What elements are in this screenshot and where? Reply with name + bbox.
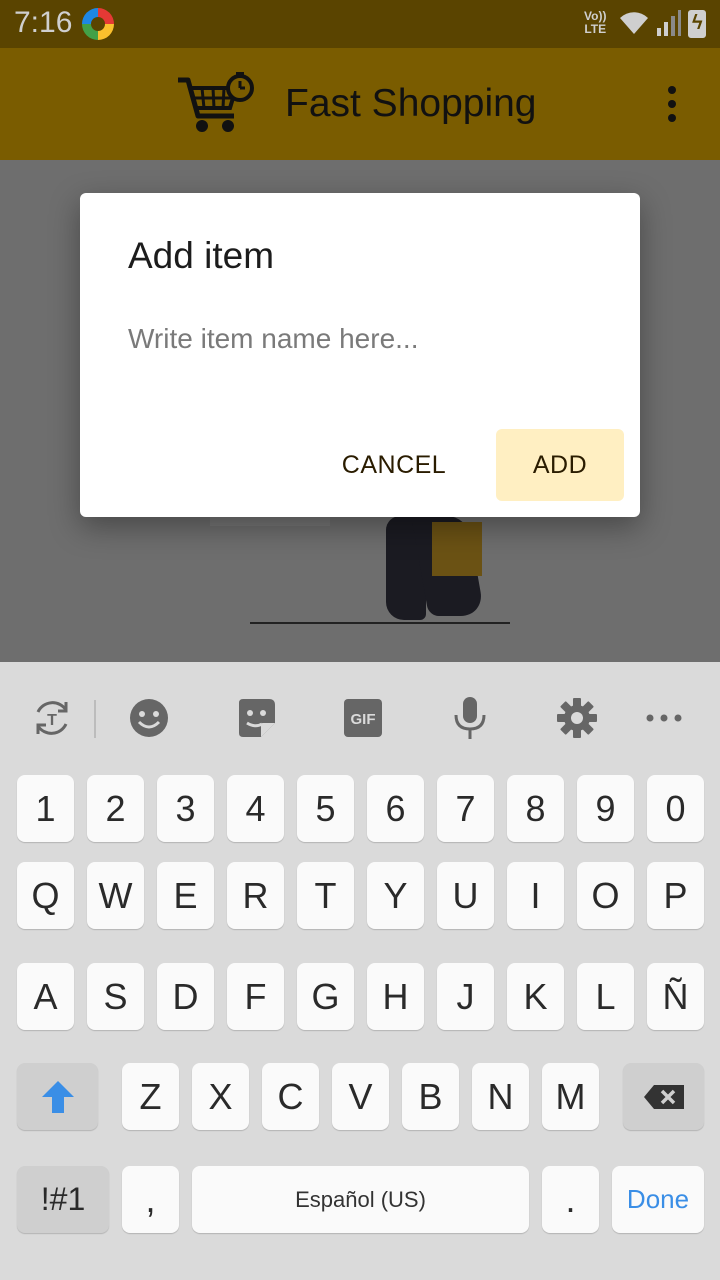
- key-x[interactable]: X: [192, 1063, 249, 1130]
- key-o[interactable]: O: [577, 862, 634, 929]
- status-time: 7:16: [14, 6, 73, 39]
- browser-icon: [82, 8, 114, 40]
- backspace-key[interactable]: [623, 1063, 704, 1130]
- key-4[interactable]: 4: [227, 775, 284, 842]
- shift-key[interactable]: [17, 1063, 98, 1130]
- microphone-icon[interactable]: [448, 696, 492, 740]
- key-r[interactable]: R: [227, 862, 284, 929]
- soft-keyboard: T GIF 1 2 3 4 5 6 7 8 9 0 Q W E R T Y U …: [0, 662, 720, 1280]
- svg-text:T: T: [47, 712, 57, 729]
- sticker-icon[interactable]: [234, 696, 278, 740]
- more-vert-icon[interactable]: [656, 84, 688, 124]
- shift-arrow-icon: [41, 1080, 74, 1113]
- key-k[interactable]: K: [507, 963, 564, 1030]
- period-key[interactable]: .: [542, 1166, 599, 1233]
- dialog-title: Add item: [128, 235, 275, 276]
- translate-icon[interactable]: T: [30, 696, 74, 740]
- key-6[interactable]: 6: [367, 775, 424, 842]
- illustration-shopping-bag: [432, 522, 482, 576]
- battery-charging-icon: [688, 10, 706, 38]
- wifi-icon: [620, 12, 648, 34]
- volte-indicator: Vo)) LTE: [584, 9, 607, 36]
- symbols-key[interactable]: !#1: [17, 1166, 109, 1233]
- key-f[interactable]: F: [227, 963, 284, 1030]
- more-horiz-icon[interactable]: [642, 696, 686, 740]
- key-l[interactable]: L: [577, 963, 634, 1030]
- key-h[interactable]: H: [367, 963, 424, 1030]
- key-d[interactable]: D: [157, 963, 214, 1030]
- app-title: Fast Shopping: [285, 82, 537, 125]
- key-a[interactable]: A: [17, 963, 74, 1030]
- key-w[interactable]: W: [87, 862, 144, 929]
- key-i[interactable]: I: [507, 862, 564, 929]
- key-1[interactable]: 1: [17, 775, 74, 842]
- illustration-ground-line: [250, 622, 510, 624]
- key-g[interactable]: G: [297, 963, 354, 1030]
- status-bar: 7:16 Vo)) LTE: [0, 0, 720, 48]
- key-y[interactable]: Y: [367, 862, 424, 929]
- key-9[interactable]: 9: [577, 775, 634, 842]
- key-z[interactable]: Z: [122, 1063, 179, 1130]
- key-n[interactable]: N: [472, 1063, 529, 1130]
- key-ñ[interactable]: Ñ: [647, 963, 704, 1030]
- key-u[interactable]: U: [437, 862, 494, 929]
- key-b[interactable]: B: [402, 1063, 459, 1130]
- key-8[interactable]: 8: [507, 775, 564, 842]
- key-q[interactable]: Q: [17, 862, 74, 929]
- signal-icon: [657, 10, 681, 36]
- key-s[interactable]: S: [87, 963, 144, 1030]
- key-2[interactable]: 2: [87, 775, 144, 842]
- key-e[interactable]: E: [157, 862, 214, 929]
- gif-icon[interactable]: GIF: [341, 696, 385, 740]
- key-c[interactable]: C: [262, 1063, 319, 1130]
- add-button[interactable]: ADD: [496, 429, 624, 501]
- key-7[interactable]: 7: [437, 775, 494, 842]
- cancel-button[interactable]: CANCEL: [324, 430, 464, 500]
- app-bar: Fast Shopping: [0, 48, 720, 160]
- comma-key[interactable]: ,: [122, 1166, 179, 1233]
- key-m[interactable]: M: [542, 1063, 599, 1130]
- done-key[interactable]: Done: [612, 1166, 704, 1233]
- key-t[interactable]: T: [297, 862, 354, 929]
- gif-label: GIF: [351, 711, 376, 728]
- key-5[interactable]: 5: [297, 775, 354, 842]
- illustration-shelf: [210, 516, 330, 526]
- item-name-input[interactable]: [128, 317, 588, 361]
- key-v[interactable]: V: [332, 1063, 389, 1130]
- backspace-icon: [643, 1084, 684, 1109]
- spacebar-key[interactable]: Español (US): [192, 1166, 529, 1233]
- key-j[interactable]: J: [437, 963, 494, 1030]
- key-3[interactable]: 3: [157, 775, 214, 842]
- key-p[interactable]: P: [647, 862, 704, 929]
- key-0[interactable]: 0: [647, 775, 704, 842]
- cart-timer-icon: [178, 72, 254, 132]
- settings-icon[interactable]: [555, 696, 599, 740]
- toolbar-divider: [94, 700, 96, 738]
- add-item-dialog: Add item CANCEL ADD: [80, 193, 640, 517]
- emoji-icon[interactable]: [127, 696, 171, 740]
- keyboard-toolbar: T GIF: [0, 662, 720, 774]
